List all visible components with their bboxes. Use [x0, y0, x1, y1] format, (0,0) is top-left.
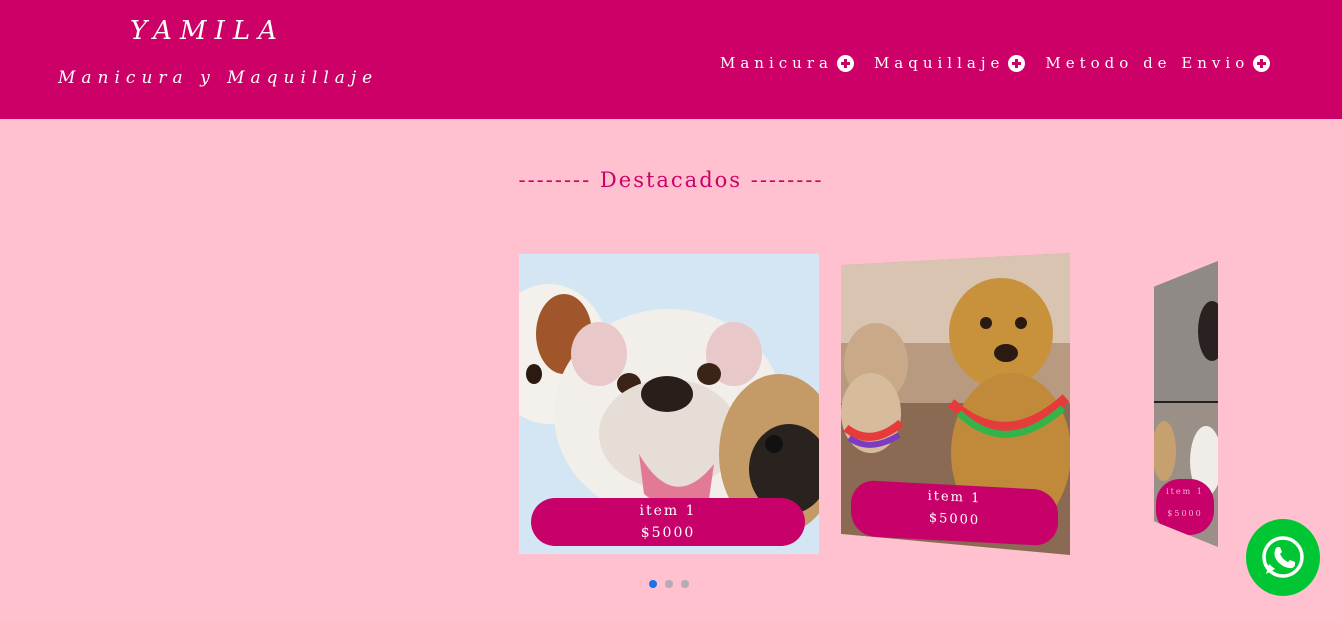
product-card[interactable]: item 1 $5000: [841, 253, 1070, 555]
nav-item-label: Maquillaje: [873, 54, 1005, 72]
product-name: item 1: [1166, 487, 1204, 496]
product-price: $5000: [640, 525, 696, 541]
nav-item-manicura[interactable]: Manicura: [720, 54, 854, 72]
product-price-pill: item 1 $5000: [531, 498, 805, 546]
product-card[interactable]: item 1 $5000: [519, 254, 819, 554]
carousel-dot[interactable]: [681, 580, 689, 588]
product-price-pill: item 1 $5000: [1156, 479, 1214, 535]
brand-title[interactable]: YAMILA: [130, 16, 285, 46]
carousel-pagination: [649, 580, 697, 588]
product-price: $5000: [1167, 509, 1203, 518]
plus-circle-icon: [1253, 54, 1271, 72]
product-card[interactable]: item 1 $5000: [1154, 261, 1218, 547]
whatsapp-button[interactable]: [1246, 519, 1320, 596]
carousel-dot[interactable]: [649, 580, 657, 588]
product-name: item 1: [639, 503, 697, 519]
nav-item-label: Metodo de Envio: [1045, 54, 1250, 72]
brand-subtitle: Manicura y Maquillaje: [58, 68, 379, 88]
carousel-dot[interactable]: [665, 580, 673, 588]
nav-item-metodo-de-envio[interactable]: Metodo de Envio: [1045, 54, 1271, 72]
nav-item-label: Manicura: [720, 54, 833, 72]
featured-title: -------- Destacados --------: [518, 168, 824, 192]
plus-circle-icon: [1008, 54, 1026, 72]
product-price-pill: item 1 $5000: [851, 479, 1058, 547]
whatsapp-icon: [1262, 536, 1304, 578]
main-nav: Manicura Maquillaje Metodo de Envio: [720, 54, 1290, 72]
site-header: YAMILA Manicura y Maquillaje Manicura Ma…: [0, 0, 1342, 119]
plus-circle-icon: [836, 54, 854, 72]
nav-item-maquillaje[interactable]: Maquillaje: [873, 54, 1026, 72]
